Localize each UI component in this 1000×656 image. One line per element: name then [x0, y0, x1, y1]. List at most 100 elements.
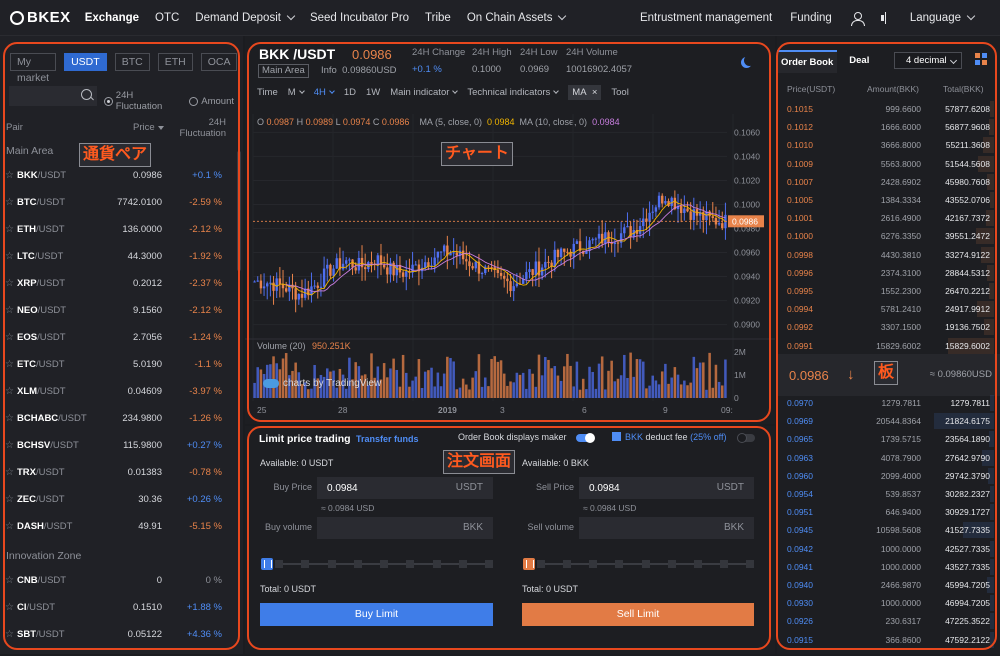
pair-row[interactable]: ☆ XLM/USDT 0.04609 -3.97 % — [0, 386, 236, 413]
pair-row[interactable]: ☆ TRX/USDT 0.01383 -0.78 % — [0, 467, 236, 494]
ask-row[interactable]: 0.0991 15829.6002 15829.6002 — [777, 337, 1000, 355]
pair-row[interactable]: ☆ BKK/USDT 0.0986 +0.1 % — [0, 170, 236, 197]
pair-row[interactable]: ☆ CNB/USDT 0 0 % — [0, 575, 236, 602]
slider-step[interactable] — [537, 560, 545, 568]
nav-demand-deposit[interactable]: Demand Deposit — [195, 11, 296, 24]
nav-seed-incubator-pro[interactable]: Seed Incubator Pro — [310, 12, 409, 24]
pair-list-scrollbar[interactable] — [237, 151, 241, 271]
slider-step[interactable] — [641, 560, 650, 568]
fee-deduct-toggle[interactable] — [737, 433, 755, 443]
bid-row[interactable]: 0.0951 646.9400 30929.1727 — [777, 503, 1000, 521]
bid-row[interactable]: 0.0930 1000.0000 46994.7205 — [777, 594, 1000, 612]
star-icon[interactable]: ☆ — [5, 278, 14, 289]
slider-step[interactable] — [667, 560, 676, 568]
star-icon[interactable]: ☆ — [5, 224, 14, 235]
book-layout-icon[interactable] — [975, 53, 988, 66]
star-icon[interactable]: ☆ — [5, 170, 14, 181]
bid-row[interactable]: 0.0926 230.6317 47225.3522 — [777, 612, 1000, 630]
amount-radio[interactable] — [189, 96, 199, 106]
bid-row[interactable]: 0.0960 2099.4000 29742.3790 — [777, 467, 1000, 485]
star-icon[interactable]: ☆ — [5, 305, 14, 316]
sell-price-input[interactable]: Sell Price 0.0984 USDT — [536, 477, 754, 499]
nav-otc[interactable]: OTC — [155, 12, 179, 24]
sell-volume-input[interactable]: Sell volume BKK — [527, 517, 754, 539]
user-icon[interactable] — [850, 11, 865, 26]
star-icon[interactable]: ☆ — [5, 197, 14, 208]
star-icon[interactable]: ☆ — [5, 602, 14, 613]
ask-row[interactable]: 0.1009 5563.8000 51544.5608 — [777, 155, 1000, 173]
pair-row[interactable]: ☆ NEO/USDT 9.1560 -2.12 % — [0, 305, 236, 332]
slider-step[interactable] — [432, 560, 441, 568]
slider-step[interactable] — [380, 560, 388, 568]
slider-step[interactable] — [301, 560, 310, 568]
nav-entrustment-management[interactable]: Entrustment management — [640, 12, 772, 24]
star-icon[interactable]: ☆ — [5, 440, 14, 451]
bid-row[interactable]: 0.0965 1739.5715 23564.1890 — [777, 430, 1000, 448]
fluctuation-radio[interactable] — [104, 96, 113, 106]
star-icon[interactable]: ☆ — [5, 359, 14, 370]
nav-funding[interactable]: Funding — [790, 12, 832, 24]
star-icon[interactable]: ☆ — [5, 467, 14, 478]
pair-row[interactable]: ☆ LTC/USDT 44.3000 -1.92 % — [0, 251, 236, 278]
star-icon[interactable]: ☆ — [5, 629, 14, 640]
star-icon[interactable]: ☆ — [5, 332, 14, 343]
sound-icon[interactable] — [880, 12, 892, 24]
bid-row[interactable]: 0.0970 1279.7811 1279.7811 — [777, 394, 1000, 412]
bid-row[interactable]: 0.0954 539.8537 30282.2327 — [777, 485, 1000, 503]
pair-row[interactable]: ☆ BCHSV/USDT 115.9800 +0.27 % — [0, 440, 236, 467]
buy-percentage-slider[interactable] — [275, 560, 493, 568]
ask-row[interactable]: 0.0994 5781.2410 24917.9912 — [777, 300, 1000, 318]
slider-step[interactable] — [275, 560, 283, 568]
slider-step[interactable] — [746, 560, 754, 568]
ask-row[interactable]: 0.0995 1552.2300 26470.2212 — [777, 282, 1000, 300]
pair-row[interactable]: ☆ SBT/USDT 0.05122 +4.36 % — [0, 629, 236, 656]
ask-row[interactable]: 0.0998 4430.3810 33274.9122 — [777, 246, 1000, 264]
ask-row[interactable]: 0.1005 1384.3334 43552.0706 — [777, 191, 1000, 209]
market-tab-btc[interactable]: BTC — [114, 53, 150, 71]
nav-exchange[interactable]: Exchange — [85, 12, 139, 24]
slider-step[interactable] — [615, 560, 624, 568]
nav-tribe[interactable]: Tribe — [425, 12, 451, 24]
market-tab-eth[interactable]: ETH — [157, 53, 193, 71]
search-icon[interactable] — [81, 89, 92, 100]
decimal-selector[interactable]: 4 decimal — [894, 52, 962, 69]
ask-row[interactable]: 0.1007 2428.6902 45980.7608 — [777, 173, 1000, 191]
pair-row[interactable]: ☆ DASH/USDT 49.91 -5.15 % — [0, 521, 236, 548]
pair-row[interactable]: ☆ ZEC/USDT 30.36 +0.26 % — [0, 494, 236, 521]
col-change[interactable]: 24H Fluctuation — [174, 117, 226, 139]
slider-step[interactable] — [693, 560, 702, 568]
tab-deal[interactable]: Deal — [845, 50, 873, 73]
bid-row[interactable]: 0.0963 4078.7900 27642.9790 — [777, 449, 1000, 467]
slider-step[interactable] — [485, 560, 493, 568]
bid-row[interactable]: 0.0942 1000.0000 42527.7335 — [777, 540, 1000, 558]
buy-price-input[interactable]: Buy Price 0.0984 USDT — [273, 477, 493, 499]
ask-row[interactable]: 0.1015 999.6600 57877.6208 — [777, 100, 1000, 118]
market-tab-usdt[interactable]: USDT — [64, 53, 107, 71]
maker-display-toggle[interactable] — [576, 433, 595, 443]
bid-row[interactable]: 0.0945 10598.5608 41527.7335 — [777, 521, 1000, 539]
ask-row[interactable]: 0.1012 1666.6000 56877.9608 — [777, 118, 1000, 136]
nav-on-chain-assets[interactable]: On Chain Assets — [467, 11, 567, 24]
ask-row[interactable]: 0.1000 6276.3350 39551.2472 — [777, 227, 1000, 245]
slider-step[interactable] — [353, 560, 362, 568]
slider-step[interactable] — [719, 560, 728, 568]
star-icon[interactable]: ☆ — [5, 575, 14, 586]
tab-order-book[interactable]: Order Book — [777, 50, 838, 73]
sell-limit-button[interactable]: Sell Limit — [522, 603, 754, 626]
ask-row[interactable]: 0.0996 2374.3100 28844.5312 — [777, 264, 1000, 282]
star-icon[interactable]: ☆ — [5, 413, 14, 424]
sell-slider-handle[interactable] — [523, 558, 535, 570]
ask-row[interactable]: 0.1001 2616.4900 42167.7372 — [777, 209, 1000, 227]
bid-row[interactable]: 0.0915 366.8600 47592.2122 — [777, 631, 1000, 649]
col-pair[interactable]: Pair — [6, 122, 23, 133]
buy-volume-input[interactable]: Buy volume BKK — [265, 517, 493, 539]
pair-row[interactable]: ☆ EOS/USDT 2.7056 -1.24 % — [0, 332, 236, 359]
bid-row[interactable]: 0.0969 20544.8364 21824.6175 — [777, 412, 1000, 430]
col-price[interactable]: Price — [133, 122, 164, 133]
bid-row[interactable]: 0.0941 1000.0000 43527.7335 — [777, 558, 1000, 576]
pair-row[interactable]: ☆ BCHABC/USDT 234.9800 -1.26 % — [0, 413, 236, 440]
slider-step[interactable] — [406, 560, 415, 568]
slider-step[interactable] — [327, 560, 336, 568]
slider-step[interactable] — [589, 560, 598, 568]
star-icon[interactable]: ☆ — [5, 494, 14, 505]
